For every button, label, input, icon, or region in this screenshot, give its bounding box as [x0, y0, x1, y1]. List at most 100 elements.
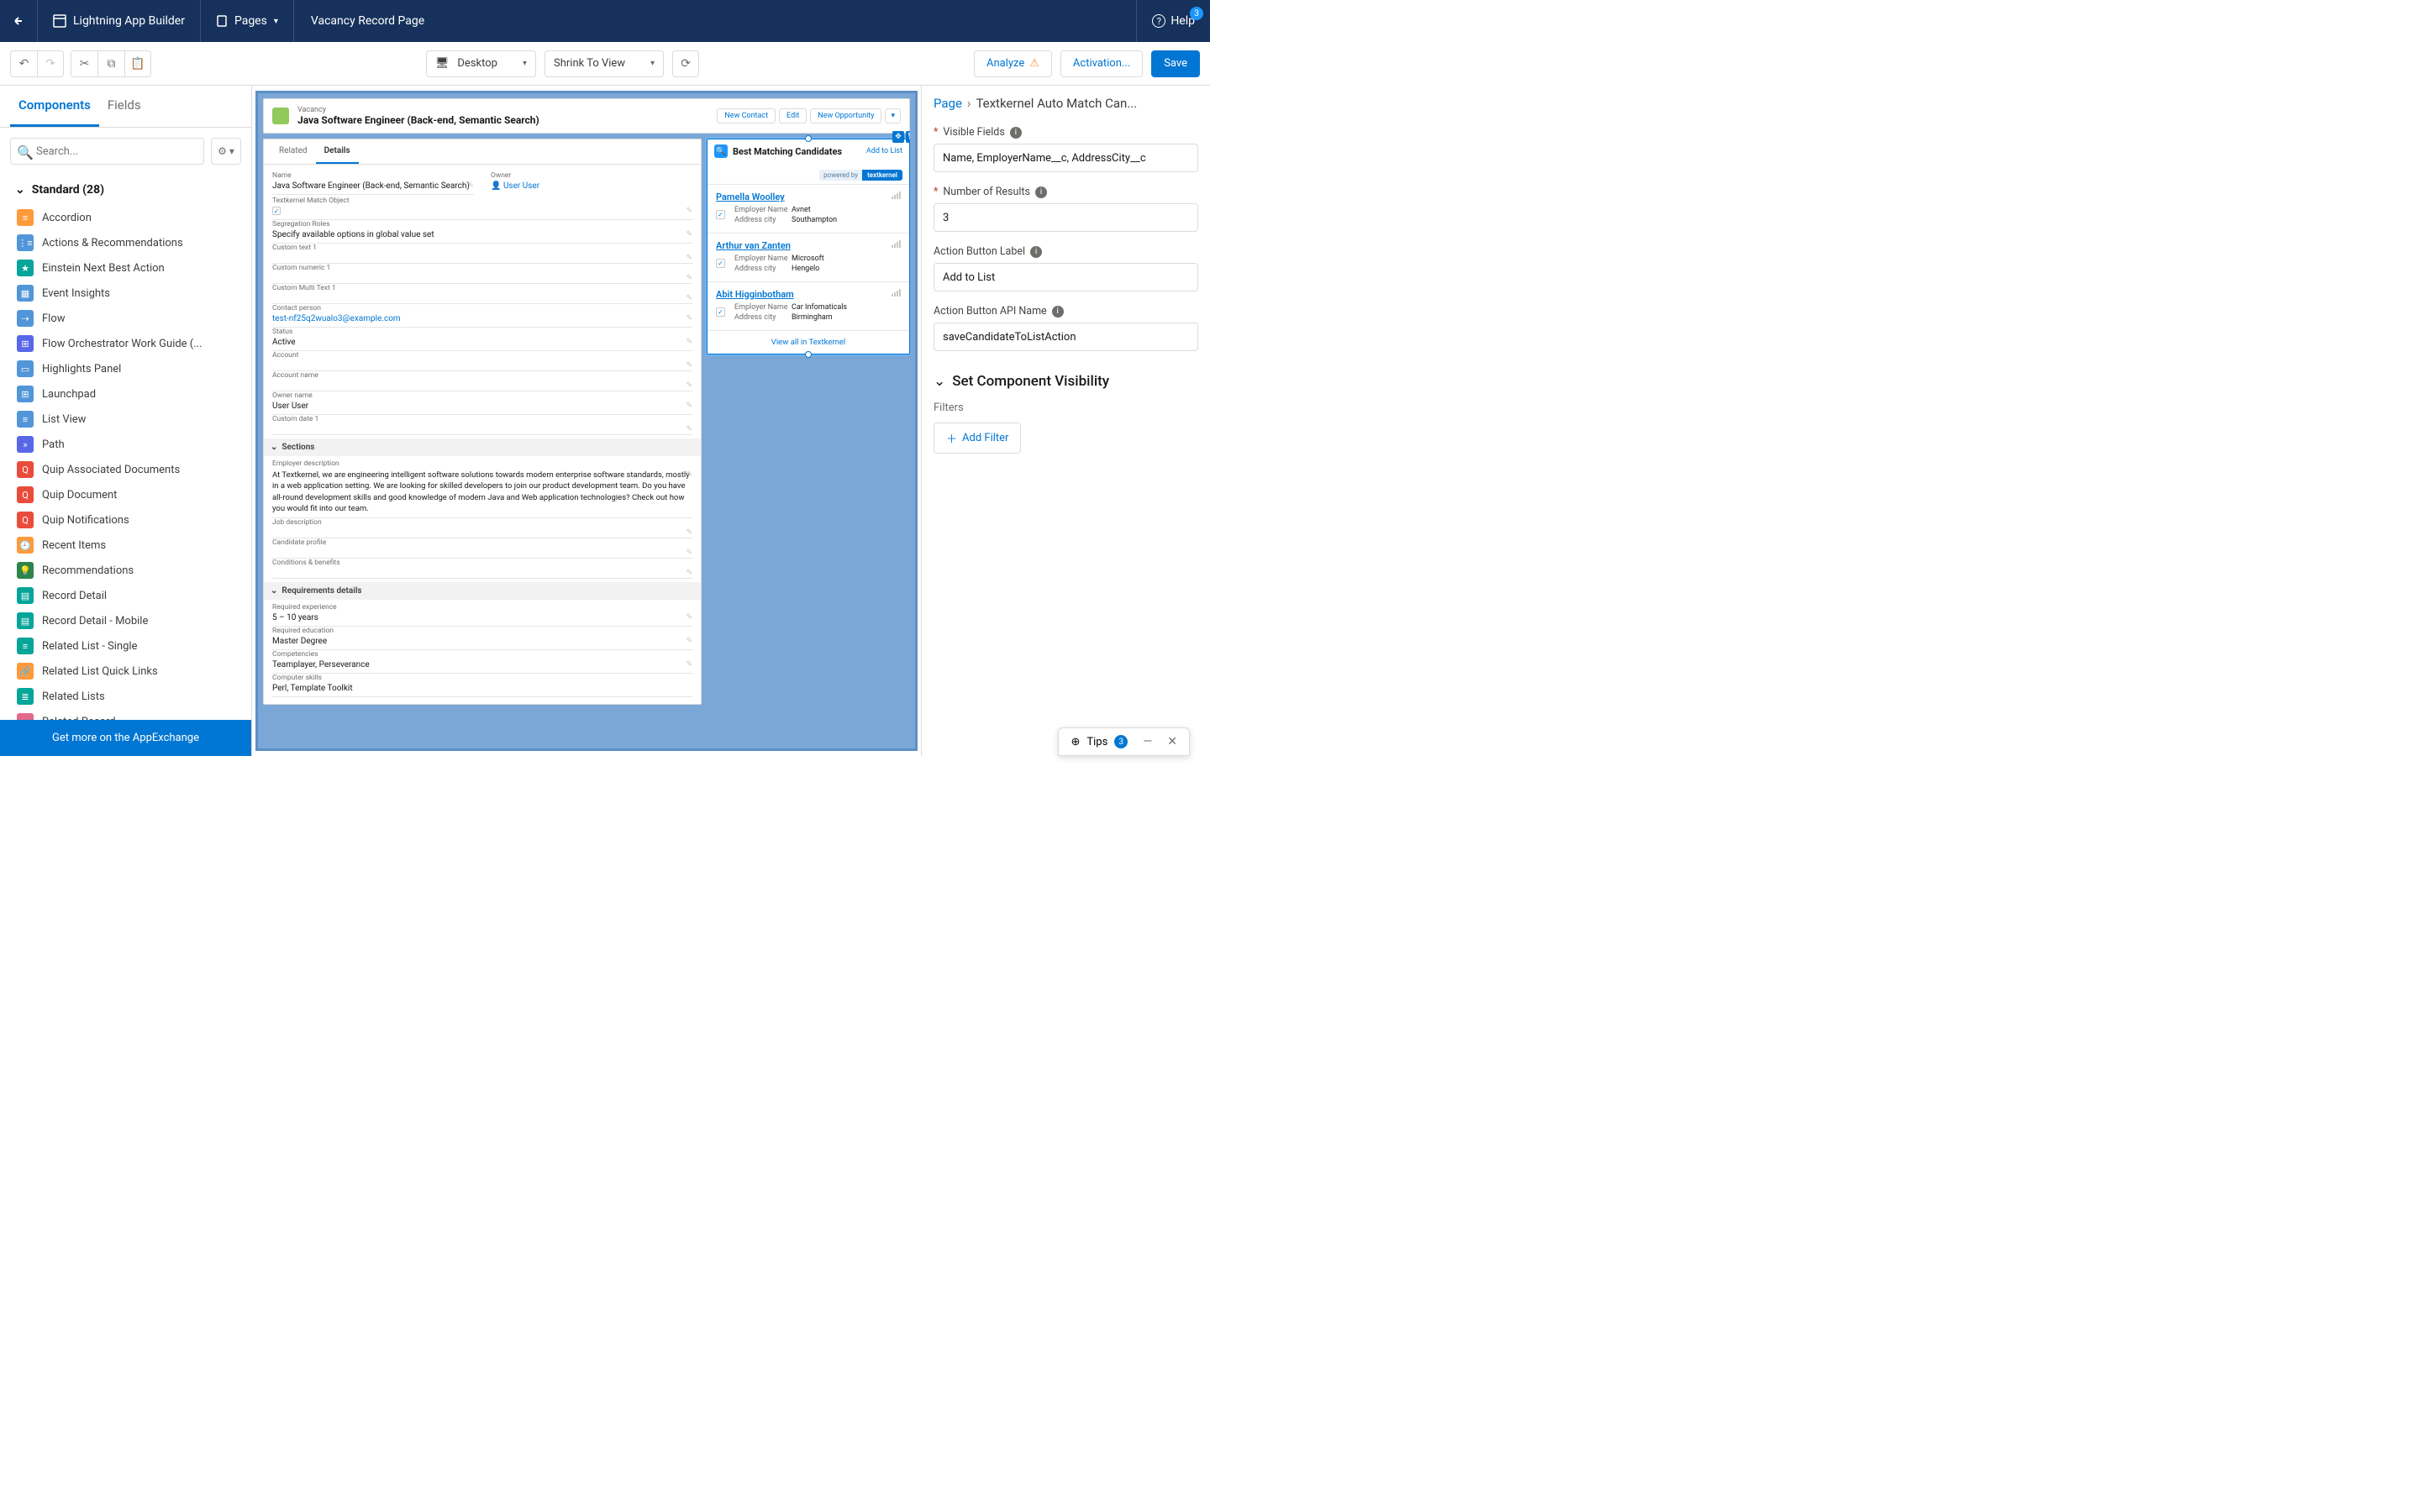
- refresh-button[interactable]: ⟳: [672, 50, 699, 77]
- paste-button[interactable]: 📋: [124, 50, 151, 77]
- info-icon[interactable]: i: [1052, 306, 1064, 318]
- info-icon[interactable]: i: [1010, 127, 1022, 139]
- component-item[interactable]: 🔗Related List Quick Links: [10, 659, 241, 684]
- section-toggle[interactable]: ⌄Requirements details: [264, 582, 701, 600]
- back-button[interactable]: [0, 0, 38, 42]
- component-item[interactable]: 🕘Recent Items: [10, 533, 241, 558]
- action-new-opportunity[interactable]: New Opportunity: [810, 108, 881, 123]
- analyze-button[interactable]: Analyze ⚠: [974, 50, 1052, 77]
- edit-pencil-icon[interactable]: ✎: [686, 338, 692, 346]
- close-icon[interactable]: ✕: [1167, 735, 1177, 748]
- edit-pencil-icon[interactable]: ✎: [686, 528, 692, 537]
- minimize-icon[interactable]: —: [1143, 735, 1152, 748]
- component-item[interactable]: ≡Related List - Single: [10, 633, 241, 659]
- candidate-item[interactable]: Abit Higginbotham ✓ Employer NameCar Inf…: [708, 281, 909, 330]
- cut-button[interactable]: ✂: [71, 50, 97, 77]
- component-item[interactable]: ⋮≡Actions & Recommendations: [10, 230, 241, 255]
- edit-pencil-icon[interactable]: ✎: [686, 294, 692, 302]
- edit-pencil-icon[interactable]: ✎: [686, 254, 692, 262]
- component-item[interactable]: ▦Event Insights: [10, 281, 241, 306]
- action-label-input[interactable]: [934, 263, 1198, 291]
- component-item[interactable]: ≡Accordion: [10, 205, 241, 230]
- candidate-name-link[interactable]: Pamella Woolley: [716, 192, 901, 202]
- edit-pencil-icon[interactable]: ✎: [686, 569, 692, 577]
- delete-component-icon[interactable]: 🗑: [906, 131, 910, 143]
- edit-pencil-icon[interactable]: ✎: [686, 361, 692, 370]
- component-item[interactable]: 💡Recommendations: [10, 558, 241, 583]
- appexchange-link[interactable]: Get more on the AppExchange: [0, 720, 251, 756]
- edit-pencil-icon[interactable]: ✎: [686, 274, 692, 282]
- component-item[interactable]: ≡List View: [10, 407, 241, 432]
- action-edit[interactable]: Edit: [779, 108, 807, 123]
- edit-pencil-icon[interactable]: ✎: [686, 381, 692, 390]
- highlights-panel[interactable]: Vacancy Java Software Engineer (Back-end…: [263, 98, 910, 134]
- visibility-toggle[interactable]: ⌄ Set Component Visibility: [934, 373, 1198, 390]
- settings-gear-button[interactable]: ⚙ ▾: [211, 138, 241, 165]
- edit-pencil-icon[interactable]: ✎: [686, 613, 692, 622]
- app-builder-crumb[interactable]: Lightning App Builder: [38, 0, 201, 42]
- section-toggle[interactable]: ⌄Sections: [264, 438, 701, 456]
- candidate-name-link[interactable]: Arthur van Zanten: [716, 240, 901, 251]
- info-icon[interactable]: i: [1030, 246, 1042, 258]
- zoom-dropdown[interactable]: Shrink To View ▾: [544, 50, 664, 77]
- component-item[interactable]: ⊞Flow Orchestrator Work Guide (...: [10, 331, 241, 356]
- record-detail-component[interactable]: Related Details Name Java Software Engin…: [263, 139, 702, 705]
- component-item[interactable]: ≣Related Lists: [10, 684, 241, 709]
- component-item[interactable]: QQuip Document: [10, 482, 241, 507]
- search-input[interactable]: [10, 138, 204, 165]
- candidate-name-link[interactable]: Abit Higginbotham: [716, 289, 901, 300]
- component-item[interactable]: ⊞Launchpad: [10, 381, 241, 407]
- redo-button[interactable]: ↷: [37, 50, 64, 77]
- component-item[interactable]: ⇢Flow: [10, 306, 241, 331]
- move-handle-icon[interactable]: ✥: [892, 131, 904, 143]
- visible-fields-input[interactable]: [934, 144, 1198, 172]
- tab-components[interactable]: Components: [10, 86, 99, 127]
- view-all-link[interactable]: View all in Textkernel: [708, 330, 909, 354]
- resize-handle-icon[interactable]: [805, 351, 812, 358]
- owner-link[interactable]: User User: [503, 181, 539, 191]
- component-item[interactable]: »Path: [10, 432, 241, 457]
- edit-pencil-icon[interactable]: ✎: [686, 470, 692, 480]
- component-item[interactable]: ★Einstein Next Best Action: [10, 255, 241, 281]
- component-item[interactable]: ▤Record Detail: [10, 583, 241, 608]
- candidate-checkbox[interactable]: ✓: [716, 210, 725, 219]
- edit-pencil-icon[interactable]: ✎: [686, 425, 692, 433]
- edit-pencil-icon[interactable]: ✎: [467, 181, 474, 190]
- pages-dropdown[interactable]: Pages ▾: [201, 0, 294, 42]
- edit-pencil-icon[interactable]: ✎: [686, 660, 692, 669]
- tips-popover[interactable]: ⊕ Tips 3 — ✕: [1058, 727, 1190, 756]
- action-more[interactable]: ▾: [885, 108, 901, 123]
- undo-button[interactable]: ↶: [10, 50, 37, 77]
- activation-button[interactable]: Activation...: [1060, 50, 1143, 77]
- help-button[interactable]: ? Help 3: [1136, 0, 1210, 42]
- edit-pencil-icon[interactable]: ✎: [686, 637, 692, 645]
- add-filter-button[interactable]: ＋ Add Filter: [934, 423, 1021, 454]
- edit-pencil-icon[interactable]: ✎: [686, 314, 692, 323]
- action-api-input[interactable]: [934, 323, 1198, 351]
- component-item[interactable]: ▭Related Record: [10, 709, 241, 720]
- tab-details[interactable]: Details: [316, 139, 359, 164]
- contact-email-link[interactable]: test-nf25q2wualo3@example.com: [272, 314, 401, 323]
- tab-fields[interactable]: Fields: [99, 86, 150, 127]
- num-results-input[interactable]: [934, 203, 1198, 232]
- edit-pencil-icon[interactable]: ✎: [686, 402, 692, 410]
- component-item[interactable]: QQuip Notifications: [10, 507, 241, 533]
- resize-handle-icon[interactable]: [805, 135, 812, 142]
- edit-pencil-icon[interactable]: ✎: [686, 549, 692, 557]
- component-item[interactable]: QQuip Associated Documents: [10, 457, 241, 482]
- add-to-list-link[interactable]: Add to List: [866, 147, 902, 155]
- device-dropdown[interactable]: 🖥 Desktop ▾: [426, 50, 536, 77]
- action-new-contact[interactable]: New Contact: [717, 108, 776, 123]
- tab-related[interactable]: Related: [271, 139, 316, 164]
- breadcrumb-page-link[interactable]: Page: [934, 96, 962, 111]
- edit-pencil-icon[interactable]: ✎: [686, 207, 692, 215]
- candidate-checkbox[interactable]: ✓: [716, 259, 725, 268]
- edit-pencil-icon[interactable]: ✎: [686, 230, 692, 239]
- candidate-item[interactable]: Arthur van Zanten ✓ Employer NameMicroso…: [708, 233, 909, 281]
- candidate-checkbox[interactable]: ✓: [716, 307, 725, 317]
- save-button[interactable]: Save: [1151, 50, 1200, 77]
- component-item[interactable]: ▤Record Detail - Mobile: [10, 608, 241, 633]
- section-standard-toggle[interactable]: ⌄ Standard (28): [0, 175, 251, 205]
- candidate-item[interactable]: Pamella Woolley ✓ Employer NameAvnet Add…: [708, 184, 909, 233]
- copy-button[interactable]: ⧉: [97, 50, 124, 77]
